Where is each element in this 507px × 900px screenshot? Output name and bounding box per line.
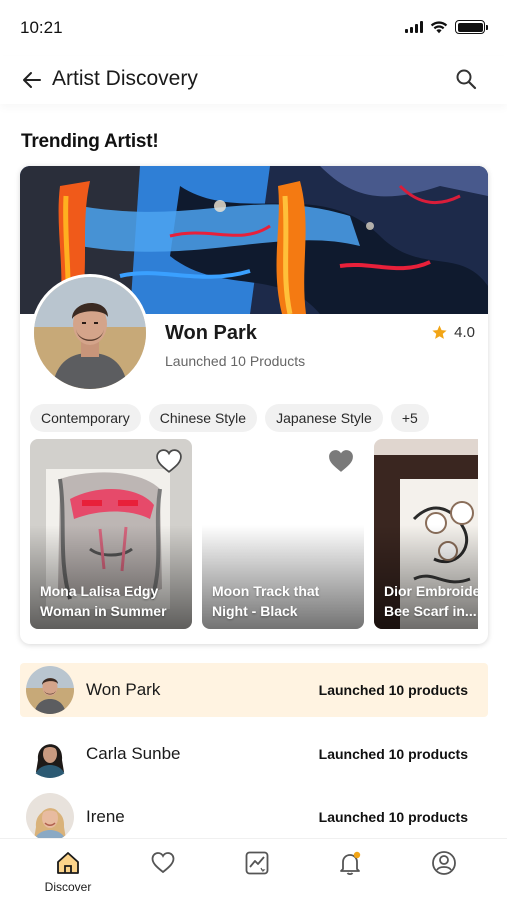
artist-list-item[interactable]: Carla Sunbe Launched 10 products [20, 727, 488, 781]
product-carousel[interactable]: Mona Lalisa Edgy Woman in Summer Moon Tr… [30, 439, 478, 631]
artist-list-name: Won Park [86, 680, 161, 699]
artist-name: Won Park [165, 322, 257, 344]
artist-product-count: Launched 10 Products [165, 353, 306, 369]
wifi-icon [430, 21, 448, 34]
star-icon [432, 325, 447, 339]
signal-icon [405, 21, 423, 33]
tag-chinese-style[interactable]: Chinese Style [148, 404, 258, 432]
battery-icon [455, 20, 488, 34]
artist-rating: 4.0 [431, 324, 475, 341]
nav-notifications[interactable] [310, 839, 390, 900]
avatar [26, 666, 74, 714]
status-icons [405, 20, 488, 34]
product-title: Dior Embroide Bee Scarf in... [384, 583, 478, 619]
status-bar: 10:21 [0, 0, 507, 56]
heart-icon[interactable] [156, 449, 182, 473]
artist-list-name: Carla Sunbe [86, 744, 181, 763]
section-title: Trending Artist! [21, 131, 159, 152]
artist-list-name: Irene [86, 807, 125, 826]
artist-list-item[interactable]: Irene Launched 10 products [20, 790, 488, 844]
nav-stats[interactable] [217, 839, 297, 900]
home-icon [57, 852, 79, 874]
heart-icon [151, 852, 175, 874]
tag-more[interactable]: +5 [390, 404, 429, 432]
product-card[interactable]: Mona Lalisa Edgy Woman in Summer [30, 439, 192, 629]
product-title: Moon Track that Night - Black [212, 583, 320, 619]
nav-profile[interactable] [404, 839, 484, 900]
chart-icon [245, 851, 269, 875]
back-arrow-icon[interactable] [20, 68, 44, 92]
artist-list-count: Launched 10 products [318, 746, 468, 762]
page-title: Artist Discovery [52, 67, 198, 90]
profile-icon [432, 851, 456, 875]
app-bar: Artist Discovery [0, 56, 507, 104]
artist-list-item[interactable]: Won Park Launched 10 products [20, 663, 488, 717]
status-time: 10:21 [20, 18, 63, 37]
tag-japanese-style[interactable]: Japanese Style [265, 404, 383, 432]
artist-avatar[interactable] [31, 274, 149, 392]
style-tags: Contemporary Chinese Style Japanese Styl… [30, 404, 429, 432]
artist-list-count: Launched 10 products [318, 809, 468, 825]
product-title: Mona Lalisa Edgy Woman in Summer [40, 583, 167, 619]
nav-discover[interactable]: Discover [28, 839, 108, 900]
artist-list-count: Launched 10 products [318, 682, 468, 698]
search-icon[interactable] [455, 68, 477, 90]
nav-label-discover: Discover [44, 880, 92, 894]
tag-contemporary[interactable]: Contemporary [30, 404, 141, 432]
product-card[interactable]: Dior Embroide Bee Scarf in... [374, 439, 478, 629]
rating-value: 4.0 [454, 324, 475, 341]
nav-favorites[interactable] [123, 839, 203, 900]
avatar [26, 730, 74, 778]
trending-artist-card[interactable]: Won Park Launched 10 Products 4.0 Contem… [20, 166, 488, 644]
heart-icon[interactable] [328, 449, 354, 473]
bell-icon [340, 851, 361, 876]
avatar [26, 793, 74, 841]
bottom-nav: Discover [0, 838, 507, 900]
product-card[interactable]: Moon Track that Night - Black [202, 439, 364, 629]
